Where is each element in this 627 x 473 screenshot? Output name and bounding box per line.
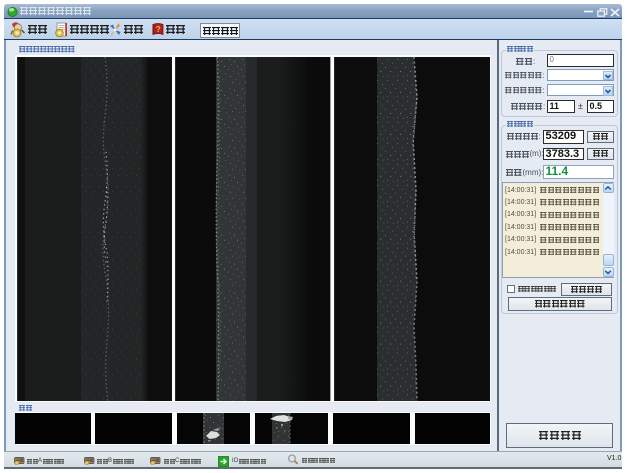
svg-text:?: ? xyxy=(156,24,161,34)
